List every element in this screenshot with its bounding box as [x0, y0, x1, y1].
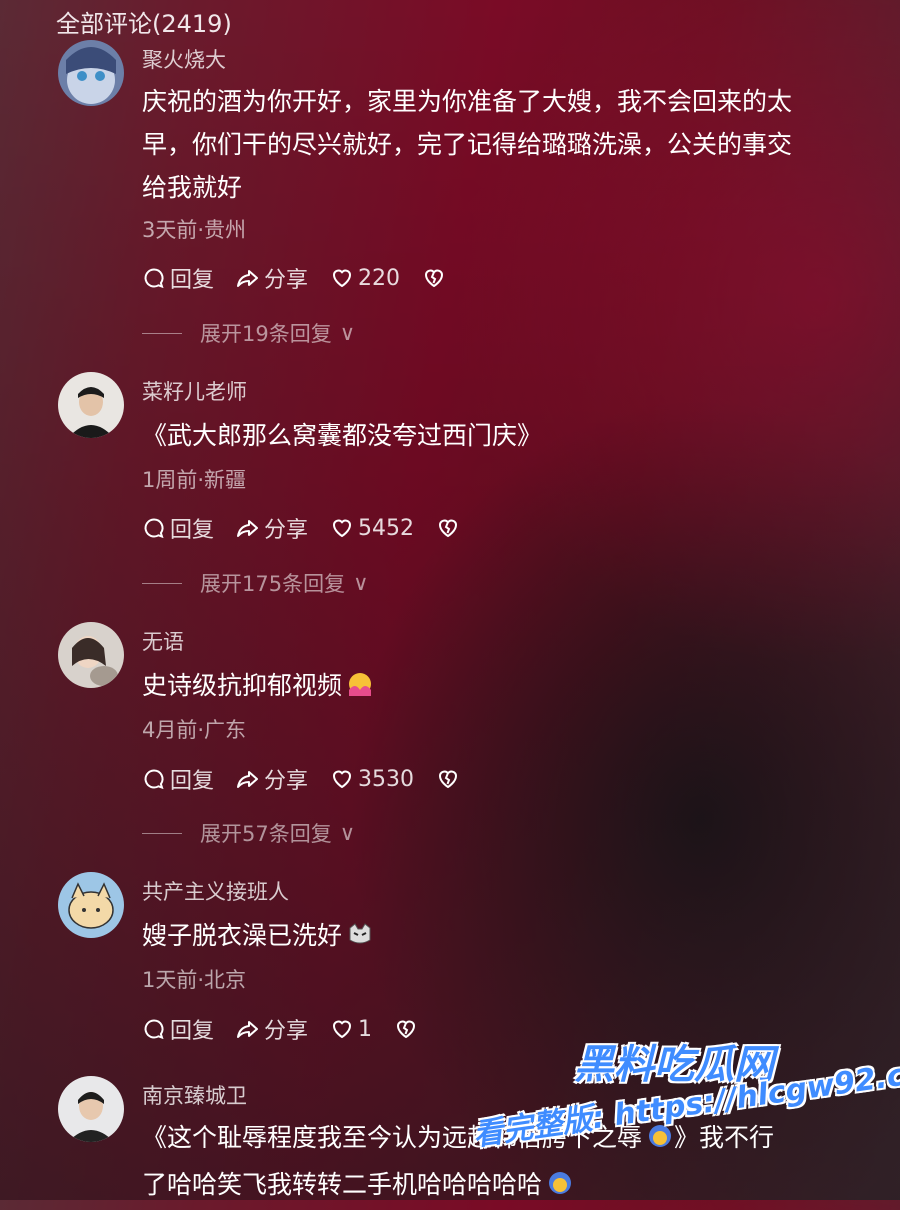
- share-label: 分享: [264, 1019, 309, 1044]
- broken-heart-icon: [439, 770, 458, 789]
- reply-label: 回复: [170, 769, 215, 794]
- comment-line-text: 了哈哈笑飞我转转二手机哈哈哈哈哈: [142, 1170, 543, 1199]
- comment-line: 嫂子脱衣澡已洗好: [142, 914, 832, 961]
- share-button[interactable]: 分享: [236, 262, 308, 294]
- heart-icon: [333, 770, 352, 789]
- comment-text: 嫂子脱衣澡已洗好: [142, 914, 832, 961]
- avatar[interactable]: [58, 1076, 124, 1142]
- share-button[interactable]: 分享: [236, 1013, 308, 1045]
- avatar[interactable]: [58, 40, 124, 106]
- expand-replies-button[interactable]: 展开19条回复 ∨: [142, 318, 355, 348]
- share-label: 分享: [264, 268, 309, 293]
- divider: [142, 582, 182, 584]
- reply-icon: [144, 518, 164, 539]
- heart-icon: [333, 519, 352, 538]
- chevron-down-icon: ∨: [339, 321, 356, 345]
- expand-replies-button[interactable]: 展开57条回复 ∨: [142, 818, 355, 848]
- expand-replies-label: 展开57条回复: [200, 822, 332, 846]
- share-icon: [237, 520, 259, 537]
- broken-heart-icon: [439, 519, 458, 538]
- dislike-button[interactable]: [436, 767, 460, 791]
- username[interactable]: 无语: [142, 626, 184, 656]
- comment-actions: 回复 分享 220: [142, 263, 446, 293]
- username[interactable]: 菜籽儿老师: [142, 376, 247, 406]
- share-icon: [237, 1021, 259, 1038]
- comment-line: 给我就好: [142, 173, 243, 202]
- divider: [142, 832, 182, 834]
- hug-emoji-icon: [346, 668, 374, 711]
- like-button[interactable]: 5452: [330, 516, 414, 541]
- username[interactable]: 聚火烧大: [142, 44, 226, 74]
- expand-replies-button[interactable]: 展开175条回复 ∨: [142, 568, 368, 598]
- reply-label: 回复: [170, 268, 215, 293]
- share-label: 分享: [264, 769, 309, 794]
- username[interactable]: 南京臻城卫: [142, 1080, 247, 1110]
- reply-icon: [144, 268, 164, 289]
- like-button[interactable]: 220: [330, 266, 400, 291]
- avatar[interactable]: [58, 372, 124, 438]
- chevron-down-icon: ∨: [339, 821, 356, 845]
- reply-icon: [144, 1019, 164, 1040]
- share-label: 分享: [264, 518, 309, 543]
- reply-label: 回复: [170, 518, 215, 543]
- like-count: 220: [358, 265, 401, 291]
- username[interactable]: 共产主义接班人: [142, 876, 289, 906]
- share-button[interactable]: 分享: [236, 763, 308, 795]
- comment-actions: 回复 分享 5452: [142, 513, 460, 543]
- reply-button[interactable]: 回复: [142, 262, 214, 294]
- avatar[interactable]: [58, 622, 124, 688]
- like-button[interactable]: 3530: [330, 767, 414, 792]
- heart-icon: [333, 269, 352, 288]
- share-button[interactable]: 分享: [236, 512, 308, 544]
- chevron-down-icon: ∨: [353, 571, 369, 595]
- comment-meta: 1周前·新疆: [142, 468, 247, 492]
- broken-heart-icon: [397, 1020, 416, 1039]
- comment-line-text: 》我不行: [674, 1123, 775, 1152]
- comment-line: 史诗级抗抑郁视频: [142, 664, 832, 711]
- share-icon: [237, 270, 259, 287]
- heart-icon: [333, 1020, 352, 1039]
- like-count: 3530: [358, 766, 415, 792]
- comment-line-text: 史诗级抗抑郁视频: [142, 671, 343, 700]
- comment-text: 《武大郎那么窝囊都没夸过西门庆》: [142, 414, 832, 457]
- comment-actions: 回复 分享 1: [142, 1014, 418, 1044]
- comment-line: 庆祝的酒为你开好，家里为你准备了大嫂，我不会回来的太: [142, 87, 793, 116]
- comment-text: 史诗级抗抑郁视频: [142, 664, 832, 711]
- comment-line: 《武大郎那么窝囊都没夸过西门庆》: [142, 421, 543, 450]
- comment-line: 早，你们干的尽兴就好，完了记得给璐璐洗澡，公关的事交: [142, 130, 793, 159]
- dislike-button[interactable]: [422, 266, 446, 290]
- comment-meta: 4月前·广东: [142, 718, 247, 742]
- share-icon: [237, 771, 259, 788]
- cat-emoji-icon: [346, 918, 374, 961]
- reply-button[interactable]: 回复: [142, 1013, 214, 1045]
- comment-line-text: 嫂子脱衣澡已洗好: [142, 921, 343, 950]
- divider: [142, 332, 182, 334]
- like-count: 1: [358, 1016, 373, 1042]
- comment-meta: 3天前·贵州: [142, 218, 247, 242]
- face-emoji-icon: [546, 1167, 574, 1210]
- reply-button[interactable]: 回复: [142, 512, 214, 544]
- dislike-button[interactable]: [394, 1017, 418, 1041]
- reply-label: 回复: [170, 1019, 215, 1044]
- expand-replies-label: 展开19条回复: [200, 322, 332, 346]
- comment-line: 了哈哈笑飞我转转二手机哈哈哈哈哈: [142, 1163, 832, 1210]
- reply-icon: [144, 769, 164, 790]
- comment-meta: 1天前·北京: [142, 968, 247, 992]
- avatar[interactable]: [58, 872, 124, 938]
- reply-button[interactable]: 回复: [142, 763, 214, 795]
- expand-replies-label: 展开175条回复: [200, 572, 346, 596]
- comment-actions: 回复 分享 3530: [142, 764, 460, 794]
- dislike-button[interactable]: [436, 516, 460, 540]
- broken-heart-icon: [425, 269, 444, 288]
- like-button[interactable]: 1: [330, 1017, 372, 1042]
- like-count: 5452: [358, 515, 415, 541]
- comment-text: 庆祝的酒为你开好，家里为你准备了大嫂，我不会回来的太 早，你们干的尽兴就好，完了…: [142, 80, 832, 209]
- comments-header: 全部评论(2419): [56, 10, 232, 38]
